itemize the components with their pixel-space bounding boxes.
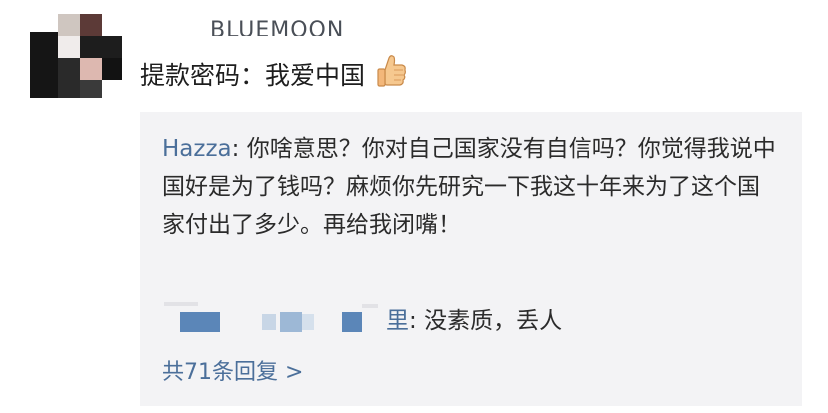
reply: Hazza: 你啥意思？你对自己国家没有自信吗？你觉得我说中国好是为了钱吗？麻烦…	[162, 130, 782, 244]
thumbs-up-icon	[377, 55, 406, 87]
sub-reply-separator: :	[409, 308, 425, 334]
username[interactable]: BLUEMOON	[162, 14, 345, 37]
reply-text: 你啥意思？你对自己国家没有自信吗？你觉得我说中国好是为了钱吗？麻烦你先研究一下我…	[162, 136, 776, 238]
sub-reply-author-tail[interactable]: 里	[386, 308, 409, 334]
reply-separator: :	[231, 136, 247, 162]
reply-box: Hazza: 你啥意思？你对自己国家没有自信吗？你觉得我说中国好是为了钱吗？麻烦…	[140, 112, 802, 406]
sub-reply: 里: 没素质，丢人	[162, 302, 782, 342]
comment-text: 提款密码：我爱中国	[140, 61, 366, 90]
comment: 提款密码：我爱中国	[140, 55, 407, 92]
avatar[interactable]	[30, 14, 122, 98]
username-text: BLUEMOON	[210, 18, 345, 37]
reply-author[interactable]: Hazza	[162, 136, 232, 162]
sub-reply-text: 没素质，丢人	[424, 308, 563, 334]
redacted-author-name[interactable]	[162, 302, 382, 342]
sub-reply-content: 里: 没素质，丢人	[386, 302, 562, 340]
more-replies-link[interactable]: 共71条回复 >	[162, 356, 303, 390]
